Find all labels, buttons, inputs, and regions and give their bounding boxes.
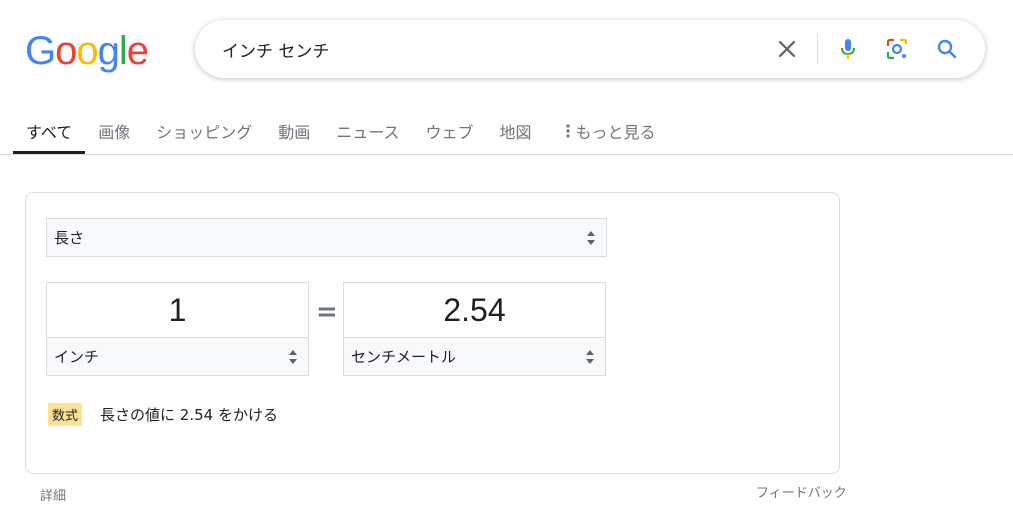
to-value-input[interactable]: 2.54: [344, 283, 605, 337]
google-logo[interactable]: G o o g l e: [25, 29, 149, 73]
from-value-input[interactable]: 1: [47, 283, 308, 337]
from-unit-label: インチ: [54, 348, 100, 366]
tab-web[interactable]: ウェブ: [413, 108, 487, 154]
tab-label: 動画: [278, 123, 311, 142]
select-arrows-icon: [586, 349, 594, 364]
search-input[interactable]: インチ センチ: [222, 20, 762, 78]
close-icon[interactable]: [775, 37, 799, 61]
tab-shopping[interactable]: ショッピング: [143, 108, 265, 154]
equals-sign: =: [316, 297, 338, 327]
logo-letter: g: [97, 29, 120, 73]
tab-more[interactable]: もっと見る: [553, 108, 669, 154]
select-arrows-icon: [587, 230, 595, 245]
search-results-page: G o o g l e インチ センチ すべて 画像 ショッピング 動画 ニュー…: [0, 0, 1013, 526]
formula-row: 数式 長さの値に 2.54 をかける: [48, 403, 278, 426]
unit-type-label: 長さ: [54, 229, 85, 247]
formula-text: 長さの値に 2.54 をかける: [100, 406, 278, 424]
more-vert-icon: [565, 124, 570, 138]
to-value-box: 2.54 センチメートル: [343, 282, 606, 376]
logo-letter: l: [118, 29, 128, 73]
tab-all[interactable]: すべて: [13, 108, 86, 154]
mic-icon[interactable]: [836, 37, 860, 61]
search-icon[interactable]: [935, 37, 959, 61]
lens-icon[interactable]: [885, 37, 909, 61]
tab-images[interactable]: 画像: [85, 108, 143, 154]
tab-label: ショッピング: [156, 123, 253, 142]
tab-videos[interactable]: 動画: [265, 108, 323, 154]
to-unit-label: センチメートル: [351, 348, 457, 366]
logo-letter: o: [55, 29, 77, 73]
logo-letter: e: [126, 29, 149, 73]
formula-badge: 数式: [48, 403, 83, 426]
tab-maps[interactable]: 地図: [487, 108, 545, 154]
search-box: インチ センチ: [195, 20, 985, 78]
tab-label: ウェブ: [425, 123, 474, 142]
tab-label: すべて: [26, 123, 73, 142]
tab-news[interactable]: ニュース: [323, 108, 412, 154]
tab-label: 画像: [98, 123, 131, 142]
tab-label: ニュース: [336, 123, 400, 142]
tab-label: もっと見る: [575, 123, 656, 142]
feedback-link[interactable]: フィードバック: [756, 482, 847, 501]
select-arrows-icon: [289, 349, 297, 364]
from-unit-select[interactable]: インチ: [46, 337, 309, 376]
unit-type-select[interactable]: 長さ: [46, 218, 607, 257]
to-unit-select[interactable]: センチメートル: [343, 337, 606, 376]
unit-converter-card: 長さ 1 インチ = 2.54 センチメートル 数式 長さの値に 2.54 をか…: [25, 192, 840, 474]
from-value-box: 1 インチ: [46, 282, 309, 376]
tab-label: 地図: [499, 123, 532, 142]
search-divider: [817, 34, 818, 64]
details-link[interactable]: 詳細: [40, 485, 66, 504]
logo-letter: o: [76, 29, 98, 73]
search-tabs: すべて 画像 ショッピング 動画 ニュース ウェブ 地図 もっと見る: [13, 108, 669, 154]
tabs-divider: [0, 154, 1013, 155]
logo-letter: G: [25, 29, 56, 73]
